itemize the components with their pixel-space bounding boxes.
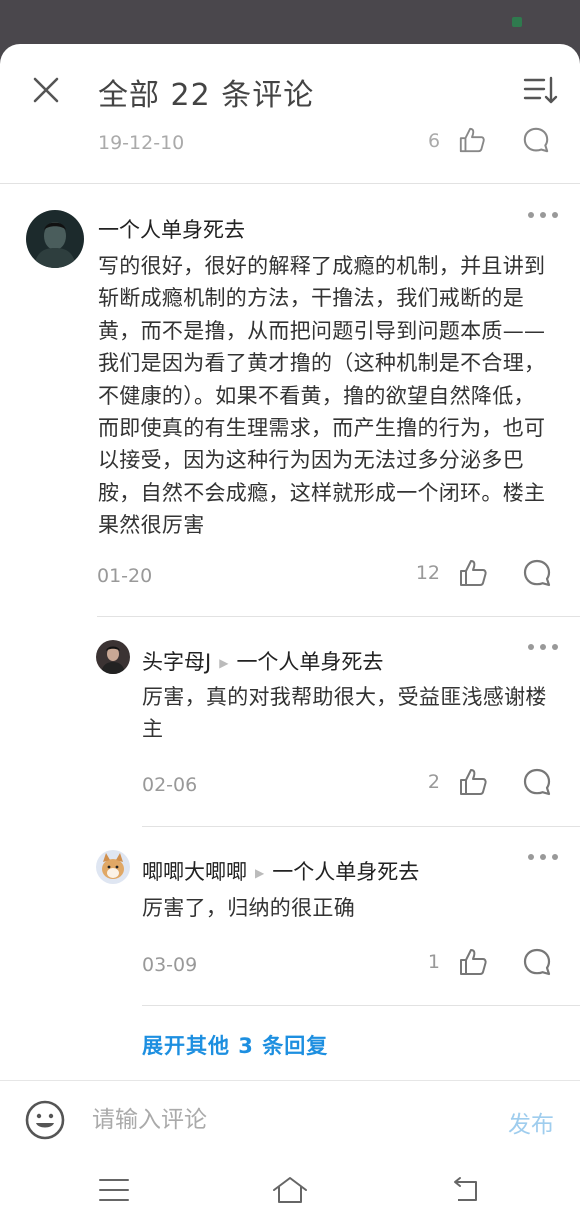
more-options-button[interactable]	[528, 852, 558, 862]
comment-bubble-icon[interactable]	[522, 558, 552, 588]
comment-text: 写的很好，很好的解释了成瘾的机制，并且讲到斩断成瘾机制的方法，干撸法，我们戒断的…	[98, 254, 546, 538]
comments-sheet: 全部 22 条评论 19-12-10 6 一个人单身死去 写的很好，很好的解释了…	[0, 44, 580, 1224]
status-bar	[0, 0, 580, 48]
like-count: 6	[428, 130, 441, 152]
avatar[interactable]	[96, 850, 130, 884]
reply-header: 唧唧大唧唧 ▶ 一个人单身死去	[142, 856, 419, 886]
emoji-icon[interactable]	[24, 1099, 66, 1141]
sheet-header: 全部 22 条评论	[0, 44, 580, 134]
previous-comment-footer: 19-12-10 6	[0, 126, 580, 184]
divider	[97, 616, 580, 617]
sort-icon	[523, 76, 558, 104]
like-count: 1	[427, 951, 440, 973]
more-dot	[540, 854, 546, 860]
reply-to-author[interactable]: 一个人单身死去	[272, 860, 419, 884]
reply-to-author[interactable]: 一个人单身死去	[236, 650, 383, 674]
menu-icon[interactable]	[94, 1170, 134, 1210]
reply-date: 03-09	[142, 954, 198, 976]
like-count: 12	[415, 562, 440, 584]
more-options-button[interactable]	[528, 210, 558, 220]
reply-header: 头字母J ▶ 一个人单身死去	[142, 646, 383, 676]
avatar[interactable]	[26, 210, 84, 268]
more-dots-icon	[528, 212, 534, 218]
comment-bubble-icon[interactable]	[522, 767, 552, 797]
reply-arrow-icon: ▶	[255, 866, 265, 880]
divider	[142, 1005, 580, 1006]
divider	[0, 183, 580, 184]
thumbs-up-icon[interactable]	[458, 126, 486, 154]
more-dots-icon	[528, 854, 534, 860]
comment-date: 19-12-10	[98, 132, 185, 154]
more-dot	[540, 212, 546, 218]
home-icon[interactable]	[270, 1170, 310, 1210]
avatar-image	[26, 210, 84, 268]
expand-replies-link[interactable]: 展开其他 3 条回复	[142, 1030, 328, 1060]
more-dot	[552, 212, 558, 218]
divider	[142, 826, 580, 827]
comment-input[interactable]	[92, 1103, 472, 1137]
thumbs-up-icon[interactable]	[458, 947, 488, 977]
reply-text: 厉害了，归纳的很正确	[142, 896, 355, 920]
comment-author[interactable]: 一个人单身死去	[98, 214, 245, 244]
more-dots-icon	[528, 644, 534, 650]
reply-arrow-icon: ▶	[219, 656, 229, 670]
reply-text: 厉害，真的对我帮助很大，受益匪浅感谢楼主	[142, 685, 547, 742]
like-count: 2	[427, 771, 440, 793]
more-dot	[540, 644, 546, 650]
back-icon[interactable]	[446, 1170, 486, 1210]
page-title: 全部 22 条评论	[98, 78, 315, 113]
more-dot	[552, 644, 558, 650]
avatar-image	[96, 850, 130, 884]
close-button[interactable]	[26, 70, 66, 110]
system-nav-bar	[0, 1156, 580, 1224]
reply-date: 02-06	[142, 774, 198, 796]
sort-button[interactable]	[522, 72, 558, 108]
send-button[interactable]: 发布	[508, 1105, 554, 1139]
thumbs-up-icon[interactable]	[458, 558, 488, 588]
avatar-image	[96, 640, 130, 674]
thumbs-up-icon[interactable]	[458, 767, 488, 797]
reply-author[interactable]: 头字母J	[142, 650, 211, 674]
avatar[interactable]	[96, 640, 130, 674]
reply-author[interactable]: 唧唧大唧唧	[142, 860, 247, 884]
comment-bubble-icon[interactable]	[522, 947, 552, 977]
comment-input-bar: 发布	[0, 1080, 580, 1156]
comment-date: 01-20	[97, 565, 153, 587]
more-options-button[interactable]	[528, 642, 558, 652]
status-indicator	[512, 17, 522, 27]
comment-bubble-icon[interactable]	[522, 126, 550, 154]
more-dot	[552, 854, 558, 860]
close-icon	[33, 77, 59, 103]
